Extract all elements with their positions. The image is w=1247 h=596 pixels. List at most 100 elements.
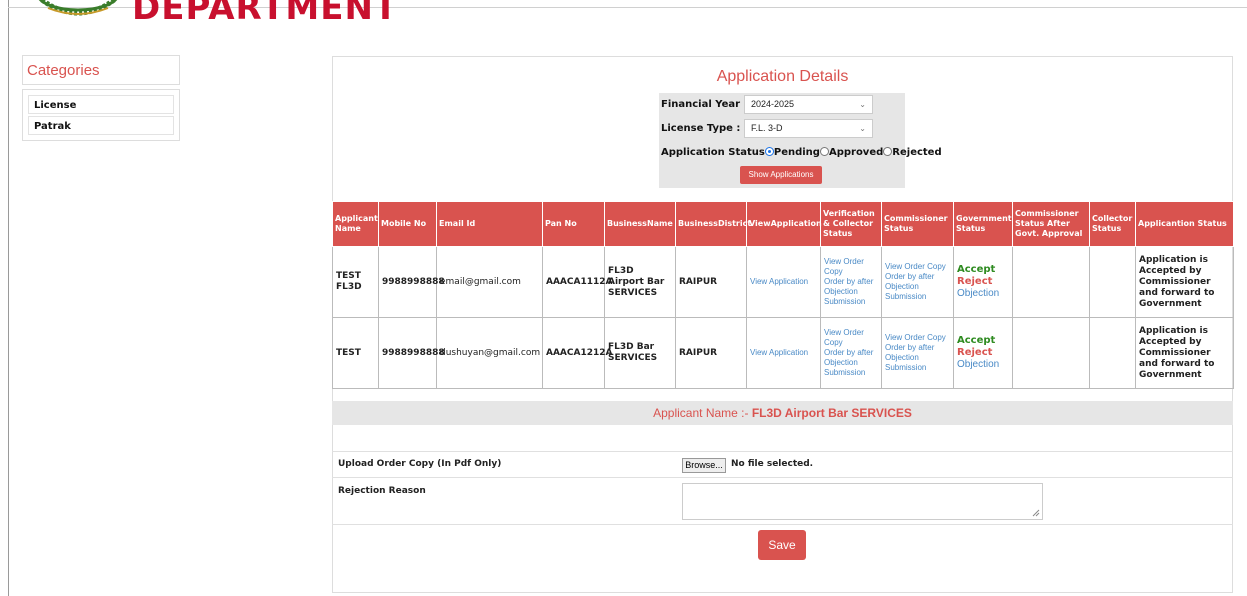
radio-rejected-label: Rejected bbox=[892, 147, 942, 158]
col-applicant-name: Applicant Name bbox=[332, 201, 379, 247]
table-row: TEST FL3D 9988998888 email@gmail.com AAA… bbox=[332, 246, 1234, 318]
filter-panel: Financial Year : 2024-2025 ⌄ License Typ… bbox=[659, 93, 942, 188]
radio-pending-label: Pending bbox=[773, 147, 820, 158]
sidebar-item-patrak[interactable]: Patrak bbox=[28, 116, 174, 135]
cell-applicant-name: TEST FL3D bbox=[332, 246, 379, 318]
applicant-name-heading: Applicant Name :- FL3D Airport Bar SERVI… bbox=[332, 406, 1233, 420]
objection-link[interactable]: Objection bbox=[957, 288, 1009, 300]
rejection-reason-label: Rejection Reason bbox=[338, 486, 426, 496]
cell-commissioner: View Order Copy Order by after Objection… bbox=[881, 246, 954, 318]
categories-title: Categories bbox=[27, 62, 100, 79]
table-row: TEST 9988998888 dushuyan@gmail.com AAACA… bbox=[332, 317, 1234, 389]
cell-pan: AAACA1112A bbox=[542, 246, 612, 318]
financial-year-select[interactable]: 2024-2025 ⌄ bbox=[744, 95, 873, 114]
cell-view-application: View Application bbox=[746, 317, 821, 389]
cell-district: RAIPUR bbox=[675, 246, 747, 318]
cell-commissioner-after bbox=[1012, 317, 1090, 389]
col-verification-collector-status: Verification & Collector Status bbox=[820, 201, 882, 247]
applicant-name-value: FL3D Airport Bar SERVICES bbox=[751, 406, 912, 420]
license-type-select[interactable]: F.L. 3-D ⌄ bbox=[744, 119, 873, 138]
view-application-link[interactable]: View Application bbox=[750, 348, 808, 357]
license-type-label: License Type : bbox=[661, 123, 741, 134]
application-status-label: Application Status bbox=[661, 147, 765, 158]
col-business-name: BusinessName bbox=[604, 201, 676, 247]
radio-approved[interactable] bbox=[819, 147, 829, 156]
show-applications-button[interactable]: Show Applications bbox=[740, 166, 822, 184]
cell-email: dushuyan@gmail.com bbox=[436, 317, 543, 389]
resize-grip-icon[interactable] bbox=[1031, 508, 1040, 517]
financial-year-label: Financial Year : bbox=[661, 99, 748, 110]
applicant-name-bar: Applicant Name :- FL3D Airport Bar SERVI… bbox=[332, 401, 1233, 425]
reject-link[interactable]: Reject bbox=[957, 276, 1009, 288]
col-business-district: BusinessDistrict bbox=[675, 201, 751, 247]
cell-commissioner: View Order Copy Order by after Objection… bbox=[881, 317, 954, 389]
page-title: Application Details bbox=[716, 68, 849, 85]
view-order-copy-link[interactable]: View Order Copy bbox=[885, 262, 950, 272]
view-application-link[interactable]: View Application bbox=[750, 277, 808, 286]
form-divider bbox=[332, 524, 1233, 525]
col-commissioner-status: Commissioner Status bbox=[881, 201, 954, 247]
table-header-row: Applicant Name Mobile No Email Id Pan No… bbox=[332, 201, 1234, 247]
radio-approved-label: Approved bbox=[828, 147, 884, 158]
categories-list: License Patrak bbox=[22, 89, 180, 141]
categories-header: Categories bbox=[22, 55, 180, 85]
order-after-objection-link[interactable]: Order by after Objection Submission bbox=[824, 348, 878, 378]
window-frame-left bbox=[8, 0, 9, 596]
license-type-value: F.L. 3-D bbox=[751, 123, 783, 133]
applicant-name-prefix: Applicant Name :- bbox=[653, 406, 749, 420]
reject-link[interactable]: Reject bbox=[957, 347, 1009, 359]
cell-view-application: View Application bbox=[746, 246, 821, 318]
chevron-down-icon: ⌄ bbox=[859, 124, 866, 133]
view-order-copy-link[interactable]: View Order Copy bbox=[824, 257, 878, 277]
cell-commissioner-after bbox=[1012, 246, 1090, 318]
cell-pan: AAACA1212A bbox=[542, 317, 612, 389]
cell-mobile: 9988998888 bbox=[378, 317, 445, 389]
upload-order-label: Upload Order Copy (In Pdf Only) bbox=[338, 459, 502, 469]
sidebar-item-license[interactable]: License bbox=[28, 95, 174, 114]
col-application-status: Applicantion Status bbox=[1135, 201, 1234, 247]
save-button[interactable]: Save bbox=[758, 530, 806, 560]
order-after-objection-link[interactable]: Order by after Objection Submission bbox=[824, 277, 878, 307]
accept-link[interactable]: Accept bbox=[957, 264, 1009, 276]
accept-link[interactable]: Accept bbox=[957, 335, 1009, 347]
radio-rejected[interactable] bbox=[883, 147, 893, 156]
col-pan-no: Pan No bbox=[542, 201, 605, 247]
col-view-application: ViewApplication bbox=[746, 201, 822, 247]
cell-verification: View Order Copy Order by after Objection… bbox=[820, 317, 882, 389]
cell-government: Accept Reject Objection bbox=[953, 246, 1013, 318]
department-logo bbox=[28, 0, 128, 18]
cell-verification: View Order Copy Order by after Objection… bbox=[820, 246, 882, 318]
cell-applicant-name: TEST bbox=[332, 317, 379, 389]
cell-government: Accept Reject Objection bbox=[953, 317, 1013, 389]
chevron-down-icon: ⌄ bbox=[859, 100, 866, 109]
order-after-objection-link[interactable]: Order by after Objection Submission bbox=[885, 343, 950, 373]
rejection-reason-textarea[interactable] bbox=[682, 483, 1043, 520]
cell-business: FL3D Bar SERVICES bbox=[604, 317, 676, 389]
col-government-status: Government Status bbox=[953, 201, 1013, 247]
objection-link[interactable]: Objection bbox=[957, 359, 1009, 371]
form-divider bbox=[332, 477, 1233, 478]
radio-pending[interactable] bbox=[764, 147, 774, 156]
view-order-copy-link[interactable]: View Order Copy bbox=[885, 333, 950, 343]
department-heading: DEPARTMENT bbox=[132, 0, 399, 28]
financial-year-value: 2024-2025 bbox=[751, 99, 795, 109]
cell-mobile: 9988998888 bbox=[378, 246, 445, 318]
col-collector-status: Collector Status bbox=[1089, 201, 1136, 247]
cell-business: FL3D Airport Bar SERVICES bbox=[604, 246, 676, 318]
cell-collector bbox=[1089, 317, 1136, 389]
order-after-objection-link[interactable]: Order by after Objection Submission bbox=[885, 272, 950, 302]
col-mobile-no: Mobile No bbox=[378, 201, 437, 247]
cell-district: RAIPUR bbox=[675, 317, 747, 389]
no-file-text: No file selected. bbox=[731, 459, 814, 469]
application-status-group: Application Status Pending Approved Rejecte… bbox=[661, 147, 942, 158]
col-commissioner-after-govt: Commissioner Status After Govt. Approval bbox=[1012, 201, 1090, 247]
col-email-id: Email Id bbox=[436, 201, 543, 247]
cell-application-status: Application is Accepted by Commissioner … bbox=[1135, 317, 1234, 389]
view-order-copy-link[interactable]: View Order Copy bbox=[824, 328, 878, 348]
cell-application-status: Application is Accepted by Commissioner … bbox=[1135, 246, 1234, 318]
cell-collector bbox=[1089, 246, 1136, 318]
applications-table: Applicant Name Mobile No Email Id Pan No… bbox=[332, 201, 1234, 389]
browse-button[interactable]: Browse... bbox=[682, 458, 726, 473]
cell-email: email@gmail.com bbox=[436, 246, 543, 318]
form-divider bbox=[332, 451, 1233, 452]
